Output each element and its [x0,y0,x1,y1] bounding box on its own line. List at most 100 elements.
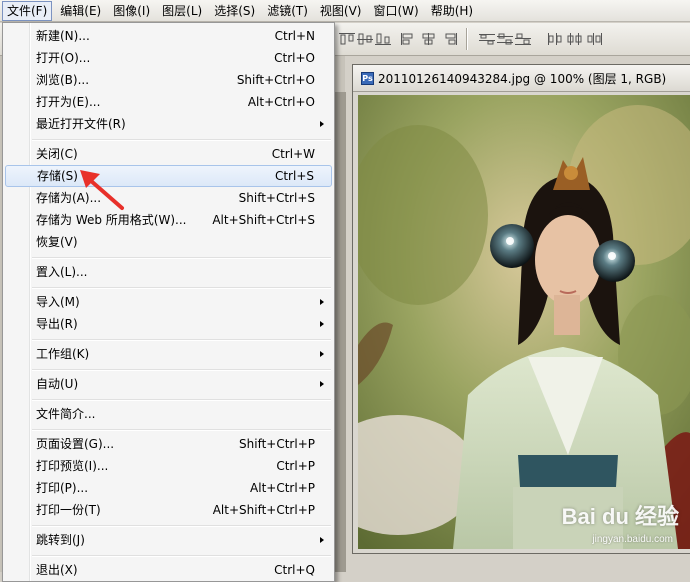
menu-item-label: 恢复(V) [36,235,78,249]
menu-bar: 文件(F) 编辑(E) 图像(I) 图层(L) 选择(S) 滤镜(T) 视图(V… [0,0,690,22]
menu-item-close[interactable]: 关闭(C) Ctrl+W [5,143,332,165]
menu-separator [32,257,331,259]
align-top-icon[interactable] [338,32,356,46]
menu-item-exit[interactable]: 退出(X) Ctrl+Q [5,559,332,581]
menu-item-shortcut: Alt+Shift+Ctrl+P [212,503,315,517]
submenu-arrow-icon [320,321,324,327]
document-title-bar[interactable]: Ps 20110126140943284.jpg @ 100% (图层 1, R… [353,65,690,92]
menu-item-jump-to[interactable]: 跳转到(J) [5,529,332,551]
menu-item-print-preview[interactable]: 打印预览(I)... Ctrl+P [5,455,332,477]
align-hcenter-icon[interactable] [420,32,438,46]
menu-item-shortcut: Alt+Ctrl+O [247,95,315,109]
image-canvas[interactable]: Bai du 经验 jingyan.baidu.com [358,95,690,549]
menu-item-label: 置入(L)... [36,265,88,279]
watermark-url: jingyan.baidu.com [592,534,673,545]
menu-item-label: 跳转到(J) [36,533,85,547]
menu-item-label: 工作组(K) [36,347,90,361]
distribute-vcenter-icon[interactable] [496,32,514,46]
toolbar-separator [466,28,468,50]
menu-separator [32,399,331,401]
align-bottom-icon[interactable] [374,32,392,46]
menu-item-file-info[interactable]: 文件简介... [5,403,332,425]
distribute-left-icon[interactable] [546,32,564,46]
menu-item-browse[interactable]: 浏览(B)... Shift+Ctrl+O [5,69,332,91]
submenu-arrow-icon [320,381,324,387]
menu-item-shortcut: Shift+Ctrl+P [239,437,315,451]
menu-item-label: 存储为(A)... [36,191,102,205]
document-window[interactable]: Ps 20110126140943284.jpg @ 100% (图层 1, R… [352,64,690,554]
distribute-top-icon[interactable] [478,32,496,46]
menu-item-shortcut: Ctrl+N [274,29,315,43]
menu-separator [32,287,331,289]
menu-item-label: 退出(X) [36,563,78,577]
photo [358,95,690,549]
menu-filter[interactable]: 滤镜(T) [263,1,312,21]
menu-item-label: 导出(R) [36,317,78,331]
menu-item-shortcut: Alt+Ctrl+P [250,481,315,495]
menu-separator [32,339,331,341]
menu-item-save[interactable]: 存储(S) Ctrl+S [5,165,332,187]
menu-item-shortcut: Ctrl+P [276,459,315,473]
align-left-icon[interactable] [400,32,418,46]
menu-separator [32,429,331,431]
distribute-right-icon[interactable] [586,32,604,46]
submenu-arrow-icon [320,121,324,127]
distribute-bottom-icon[interactable] [514,32,532,46]
submenu-arrow-icon [320,299,324,305]
menu-item-label: 打印一份(T) [36,503,101,517]
menu-item-label: 打开为(E)... [36,95,101,109]
menu-item-recent[interactable]: 最近打开文件(R) [5,113,332,135]
menu-item-workgroup[interactable]: 工作组(K) [5,343,332,365]
menu-item-place[interactable]: 置入(L)... [5,261,332,283]
menu-separator [32,525,331,527]
menu-item-label: 打开(O)... [36,51,91,65]
menu-item-open[interactable]: 打开(O)... Ctrl+O [5,47,332,69]
menu-item-import[interactable]: 导入(M) [5,291,332,313]
menu-item-label: 浏览(B)... [36,73,90,87]
menu-item-label: 打印预览(I)... [36,459,109,473]
menu-item-label: 文件简介... [36,407,96,421]
menu-item-open-as[interactable]: 打开为(E)... Alt+Ctrl+O [5,91,332,113]
ps-document-icon: Ps [361,71,374,85]
document-title: 20110126140943284.jpg @ 100% (图层 1, RGB) [378,71,667,86]
menu-layer[interactable]: 图层(L) [158,1,206,21]
menu-item-print[interactable]: 打印(P)... Alt+Ctrl+P [5,477,332,499]
file-menu-dropdown: 新建(N)... Ctrl+N 打开(O)... Ctrl+O 浏览(B)...… [2,22,335,582]
menu-file[interactable]: 文件(F) [2,0,53,21]
menu-item-label: 存储(S) [37,169,78,183]
menu-item-shortcut: Shift+Ctrl+O [236,73,315,87]
menu-item-shortcut: Ctrl+O [274,51,315,65]
baidu-watermark: Bai du 经验 [561,504,679,529]
menu-item-print-one-copy[interactable]: 打印一份(T) Alt+Shift+Ctrl+P [5,499,332,521]
submenu-arrow-icon [320,537,324,543]
menu-image[interactable]: 图像(I) [109,1,154,21]
menu-window[interactable]: 窗口(W) [369,1,422,21]
menu-item-export[interactable]: 导出(R) [5,313,332,335]
menu-item-label: 关闭(C) [36,147,78,161]
menu-edit[interactable]: 编辑(E) [56,1,105,21]
align-right-icon[interactable] [440,32,458,46]
menu-item-shortcut: Ctrl+Q [274,563,315,577]
menu-item-label: 导入(M) [36,295,80,309]
menu-item-shortcut: Ctrl+W [271,147,315,161]
menu-item-revert[interactable]: 恢复(V) [5,231,332,253]
distribute-hcenter-icon[interactable] [566,32,584,46]
menu-item-shortcut: Alt+Shift+Ctrl+S [212,213,315,227]
menu-item-label: 页面设置(G)... [36,437,115,451]
menu-item-save-for-web[interactable]: 存储为 Web 所用格式(W)... Alt+Shift+Ctrl+S [5,209,332,231]
menu-select[interactable]: 选择(S) [210,1,259,21]
menu-item-page-setup[interactable]: 页面设置(G)... Shift+Ctrl+P [5,433,332,455]
menu-item-label: 新建(N)... [36,29,90,43]
menu-item-new[interactable]: 新建(N)... Ctrl+N [5,25,332,47]
menu-view[interactable]: 视图(V) [316,1,366,21]
menu-item-label: 自动(U) [36,377,79,391]
menu-separator [32,369,331,371]
menu-item-label: 最近打开文件(R) [36,117,126,131]
menu-help[interactable]: 帮助(H) [427,1,477,21]
menu-item-automate[interactable]: 自动(U) [5,373,332,395]
menu-separator [32,139,331,141]
menu-item-label: 打印(P)... [36,481,89,495]
submenu-arrow-icon [320,351,324,357]
menu-item-save-as[interactable]: 存储为(A)... Shift+Ctrl+S [5,187,332,209]
align-vcenter-icon[interactable] [356,32,374,46]
